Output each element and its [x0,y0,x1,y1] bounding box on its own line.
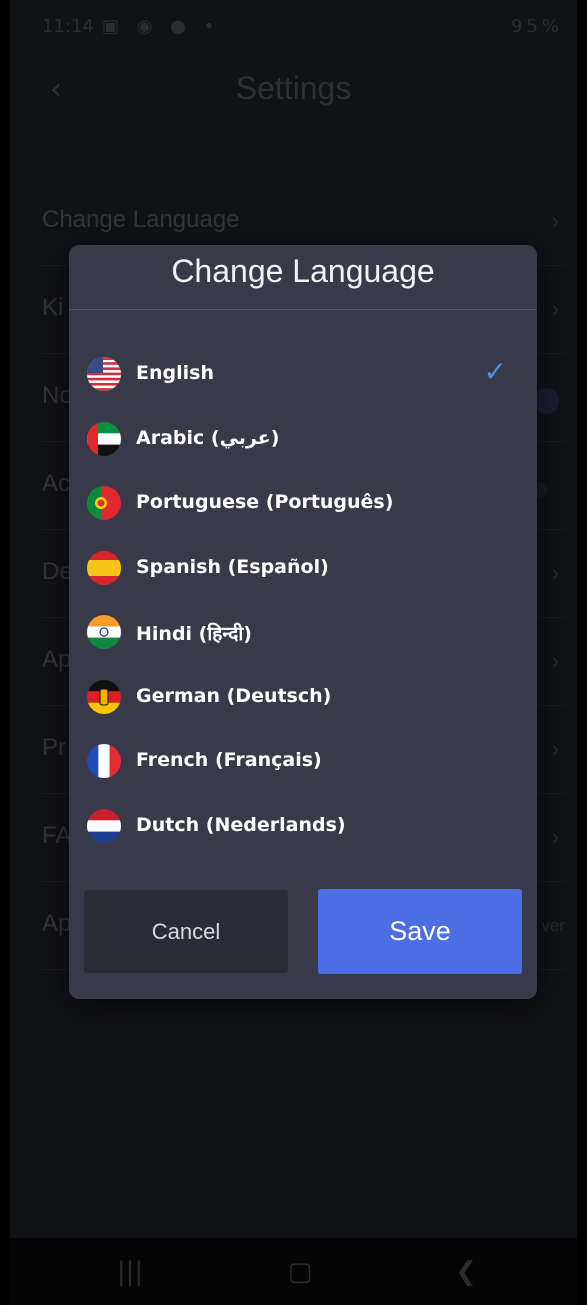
phone-screen: 11:14 ▣ ◉ ● • 95% ‹ Settings Change Lang… [10,0,577,1305]
status-time: 11:14 [42,16,94,37]
chevron-right-icon: › [551,648,559,673]
language-option-spanish[interactable]: Spanish (Español) [69,537,537,602]
setting-label: Pr [42,734,66,761]
chevron-right-icon: › [551,296,559,321]
dialog-title: Change Language [171,253,435,289]
home-icon[interactable]: ▢ [280,1252,320,1292]
portugal-flag-icon [87,486,121,520]
netherlands-flag-icon [87,808,121,843]
language-label: English [136,362,214,384]
chevron-right-icon: › [551,824,559,849]
language-label: Spanish (Español) [136,555,329,578]
setting-label: Ki [42,294,64,321]
language-option-french[interactable]: French (Français) [69,730,537,795]
setting-label: Ac [42,470,71,497]
setting-value: ver [541,916,565,935]
recent-apps-icon[interactable]: ||| [110,1252,150,1292]
language-label: Portuguese (Português) [136,491,394,513]
chevron-right-icon: › [551,560,559,585]
india-flag-icon [87,615,121,649]
language-label: Hindi (हिन्दी) [136,623,252,645]
notification-icons: ▣ ◉ ● • [102,16,221,37]
app-header: ‹ Settings [10,58,577,128]
cancel-button[interactable]: Cancel [84,890,288,973]
language-option-english[interactable]: English ✓ [69,343,537,408]
setting-label: Ap [42,910,72,937]
setting-label: Ap [42,646,72,673]
language-label: Dutch (Nederlands) [136,813,346,836]
us-flag-icon [87,357,121,391]
status-bar: 11:14 ▣ ◉ ● • 95% [10,0,577,54]
battery-percentage: 95% [510,16,563,37]
chevron-right-icon: › [551,736,559,761]
france-flag-icon [87,744,121,778]
uae-flag-icon [87,421,121,456]
language-option-portuguese[interactable]: Portuguese (Português) [69,472,537,537]
setting-label: Change Language [42,206,240,233]
setting-label: FA [42,822,72,849]
checkmark-icon: ✓ [483,355,507,388]
chevron-right-icon: › [551,208,559,233]
language-option-german[interactable]: German (Deutsch) [69,666,537,731]
page-title: Settings [235,70,352,106]
system-nav-bar: ||| ▢ ❮ [10,1238,577,1305]
language-option-dutch[interactable]: Dutch (Nederlands) [69,795,537,860]
save-button[interactable]: Save [318,889,522,974]
language-list: English ✓ Arabic (عربي) Portuguese (Port… [69,343,537,859]
language-label: French (Français) [136,749,322,771]
germany-flag-icon [87,679,121,714]
spain-flag-icon [87,550,121,585]
divider [69,309,537,310]
language-option-arabic[interactable]: Arabic (عربي) [69,408,537,473]
language-label: German (Deutsch) [136,684,332,707]
language-label: Arabic (عربي) [136,426,280,449]
change-language-dialog: Change Language English ✓ Arabic (عربي) … [69,245,537,999]
language-option-hindi[interactable]: Hindi (हिन्दी) [69,601,537,666]
back-nav-icon[interactable]: ❮ [446,1252,486,1292]
